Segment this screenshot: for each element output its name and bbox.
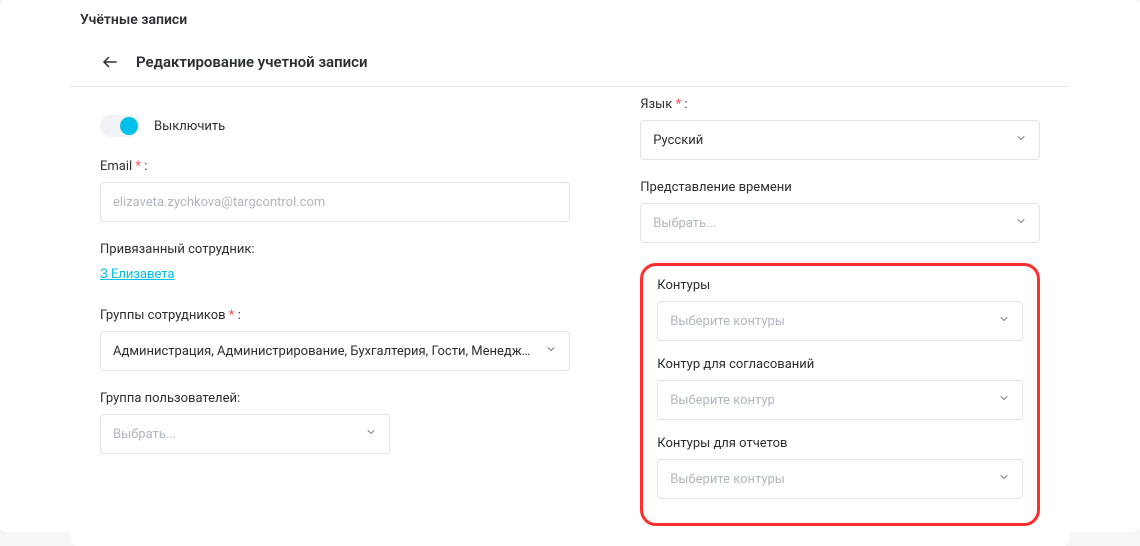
chevron-down-icon xyxy=(998,392,1010,408)
employee-groups-label: Группы сотрудников * : xyxy=(100,308,570,323)
chevron-down-icon xyxy=(1015,215,1027,231)
chevron-down-icon xyxy=(998,313,1010,329)
chevron-down-icon xyxy=(365,426,377,442)
user-group-label: Группа пользователей: xyxy=(100,391,570,406)
page-title: Учётные записи xyxy=(0,0,1140,38)
time-format-label: Представление времени xyxy=(640,180,1040,195)
card-header: Редактирование учетной записи xyxy=(70,38,1070,87)
chevron-down-icon xyxy=(998,471,1010,487)
contours-select[interactable]: Выберите контуры xyxy=(657,301,1023,341)
employee-groups-select[interactable]: Администрация, Администрирование, Бухгал… xyxy=(100,331,570,371)
language-select[interactable]: Русский xyxy=(640,120,1040,160)
account-edit-card: Редактирование учетной записи Выключить … xyxy=(70,38,1070,546)
contours-highlight-box: Контуры Выберите контуры Контур для согл… xyxy=(640,263,1040,526)
report-contours-select[interactable]: Выберите контуры xyxy=(657,459,1023,499)
form-left-column: Выключить Email * : elizaveta.zychkova@t… xyxy=(100,97,570,526)
user-group-select[interactable]: Выбрать... xyxy=(100,414,390,454)
email-field[interactable]: elizaveta.zychkova@targcontrol.com xyxy=(100,182,570,222)
toggle-label: Выключить xyxy=(154,119,225,134)
form-right-column: Язык * : Русский Представление времени В… xyxy=(640,97,1040,526)
back-arrow-icon[interactable] xyxy=(100,52,120,72)
approval-contour-label: Контур для согласований xyxy=(657,357,1023,372)
language-label: Язык * : xyxy=(640,97,1040,112)
time-format-select[interactable]: Выбрать... xyxy=(640,203,1040,243)
linked-employee-link[interactable]: З Елизавета xyxy=(100,267,175,282)
contours-label: Контуры xyxy=(657,278,1023,293)
toggle-row: Выключить xyxy=(100,97,570,159)
report-contours-label: Контуры для отчетов xyxy=(657,436,1023,451)
approval-contour-select[interactable]: Выберите контур xyxy=(657,380,1023,420)
chevron-down-icon xyxy=(1015,132,1027,148)
linked-employee-label: Привязанный сотрудник: xyxy=(100,242,570,257)
toggle-knob xyxy=(120,117,138,135)
card-title: Редактирование учетной записи xyxy=(136,53,368,71)
chevron-down-icon xyxy=(545,343,557,359)
email-label: Email * : xyxy=(100,159,570,174)
enable-toggle[interactable] xyxy=(100,115,140,137)
